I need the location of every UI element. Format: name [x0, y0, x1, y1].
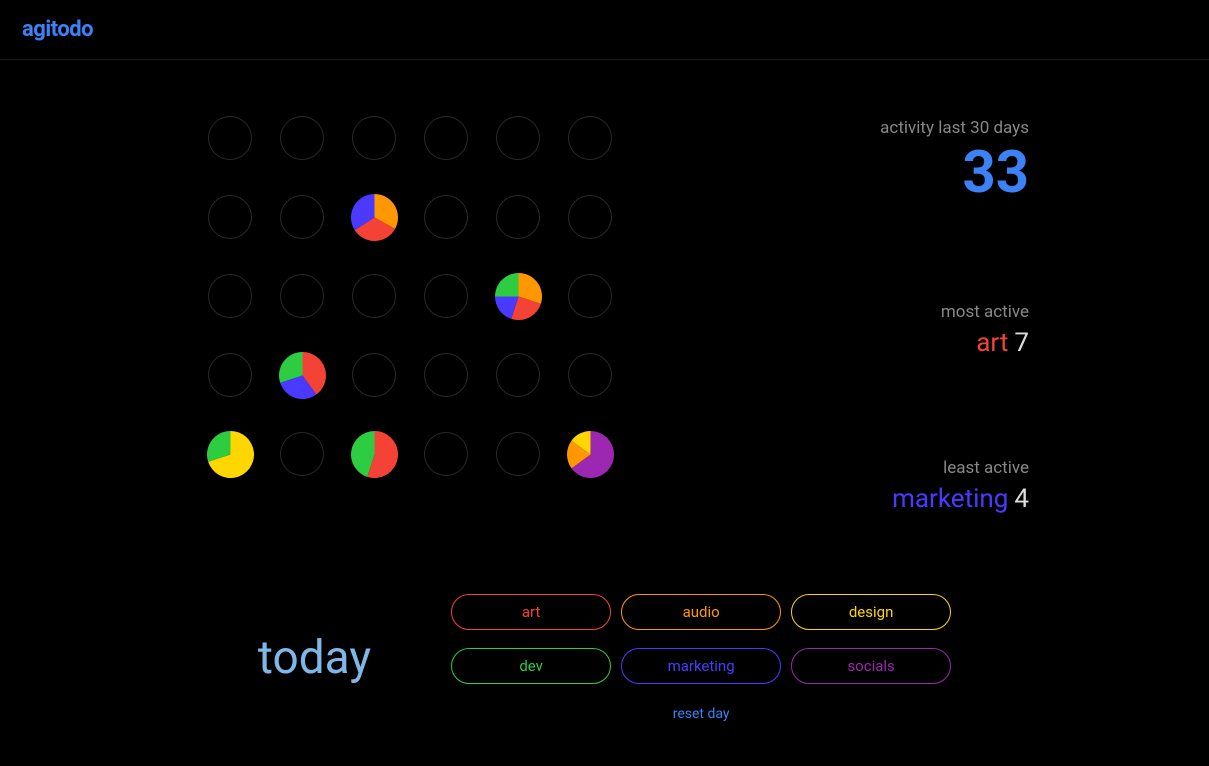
- day-cell[interactable]: [568, 432, 612, 476]
- category-pill-art[interactable]: art: [451, 594, 611, 630]
- least-active-block: least active marketing4: [672, 458, 1029, 514]
- day-cell[interactable]: [280, 432, 324, 476]
- day-cell[interactable]: [280, 353, 324, 397]
- day-cell[interactable]: [352, 432, 396, 476]
- day-cell[interactable]: [280, 195, 324, 239]
- category-pill-audio[interactable]: audio: [621, 594, 781, 630]
- today-label: today: [258, 631, 371, 685]
- least-active-line: marketing4: [672, 484, 1029, 514]
- most-active-label: most active: [672, 302, 1029, 322]
- category-pill-design[interactable]: design: [791, 594, 951, 630]
- day-cell[interactable]: [208, 195, 252, 239]
- category-pill-marketing[interactable]: marketing: [621, 648, 781, 684]
- day-cell[interactable]: [424, 353, 468, 397]
- least-active-label: least active: [672, 458, 1029, 478]
- most-active-line: art7: [672, 328, 1029, 358]
- activity-grid: [208, 116, 612, 514]
- reset-day-button[interactable]: reset day: [673, 706, 730, 722]
- day-cell[interactable]: [496, 274, 540, 318]
- day-cell[interactable]: [280, 274, 324, 318]
- day-cell[interactable]: [496, 353, 540, 397]
- day-cell[interactable]: [280, 116, 324, 160]
- day-cell[interactable]: [424, 195, 468, 239]
- category-pill-socials[interactable]: socials: [791, 648, 951, 684]
- day-cell[interactable]: [352, 195, 396, 239]
- category-pills: art audio design dev marketing socials: [451, 594, 951, 684]
- activity-value: 33: [672, 144, 1029, 202]
- day-cell[interactable]: [568, 274, 612, 318]
- day-cell[interactable]: [208, 432, 252, 476]
- day-cell[interactable]: [352, 116, 396, 160]
- day-cell[interactable]: [568, 195, 612, 239]
- day-cell[interactable]: [496, 195, 540, 239]
- day-cell[interactable]: [496, 116, 540, 160]
- most-active-value: 7: [1014, 328, 1029, 358]
- day-cell[interactable]: [208, 274, 252, 318]
- day-cell[interactable]: [568, 353, 612, 397]
- day-cell[interactable]: [352, 353, 396, 397]
- day-cell[interactable]: [208, 116, 252, 160]
- day-cell[interactable]: [424, 116, 468, 160]
- category-pill-dev[interactable]: dev: [451, 648, 611, 684]
- most-active-category: art: [976, 328, 1008, 358]
- least-active-value: 4: [1014, 484, 1029, 514]
- day-cell[interactable]: [208, 353, 252, 397]
- pills-wrap: art audio design dev marketing socials reset …: [451, 594, 951, 722]
- activity-label: activity last 30 days: [672, 118, 1029, 138]
- main: activity last 30 days 33 most active art…: [0, 60, 1209, 514]
- app-logo[interactable]: agitodo: [22, 17, 93, 42]
- day-cell[interactable]: [496, 432, 540, 476]
- day-cell[interactable]: [352, 274, 396, 318]
- most-active-block: most active art7: [672, 302, 1029, 358]
- day-cell[interactable]: [568, 116, 612, 160]
- least-active-category: marketing: [892, 484, 1008, 514]
- header: agitodo: [0, 0, 1209, 60]
- today-section: today art audio design dev marketing socials …: [0, 594, 1209, 722]
- day-cell[interactable]: [424, 274, 468, 318]
- day-cell[interactable]: [424, 432, 468, 476]
- stats-panel: activity last 30 days 33 most active art…: [672, 116, 1029, 514]
